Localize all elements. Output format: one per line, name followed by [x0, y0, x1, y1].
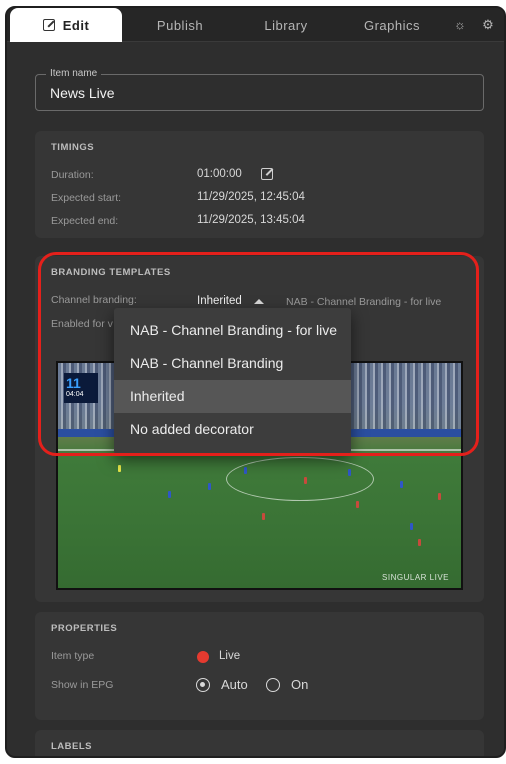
- tab-library[interactable]: Library: [238, 8, 334, 42]
- epg-auto-radio[interactable]: [196, 678, 210, 692]
- item-name-label: Item name: [46, 68, 102, 79]
- edit-duration-icon[interactable]: [261, 168, 273, 180]
- player: [418, 539, 421, 546]
- item-name-field[interactable]: Item name News Live: [35, 68, 484, 111]
- tab-bar: Edit Publish Library Graphics ☼ ⚙: [7, 8, 504, 42]
- expected-end-label: Expected end:: [51, 215, 119, 227]
- duration-label: Duration:: [51, 169, 94, 181]
- sun-icon[interactable]: ☼: [453, 18, 467, 32]
- enabled-for-label: Enabled for v: [51, 318, 113, 330]
- tab-publish-label: Publish: [156, 17, 204, 33]
- properties-title: PROPERTIES: [51, 623, 118, 634]
- tab-graphics-label: Graphics: [363, 17, 421, 33]
- branding-dropdown-menu: NAB - Channel Branding - for live NAB - …: [114, 308, 351, 454]
- menu-item-inherited[interactable]: Inherited: [114, 380, 351, 413]
- show-in-epg-label: Show in EPG: [51, 679, 114, 691]
- edit-icon: [42, 19, 55, 31]
- tab-publish[interactable]: Publish: [132, 8, 228, 42]
- player: [168, 491, 171, 498]
- item-type-label: Item type: [51, 650, 95, 662]
- scorebug: 11 04:04: [64, 373, 98, 403]
- scorebug-line-3: 04:04: [66, 391, 84, 398]
- player: [118, 465, 121, 472]
- gear-icon[interactable]: ⚙: [481, 18, 495, 32]
- tab-edit[interactable]: Edit: [10, 8, 122, 42]
- expected-start-value: 11/29/2025, 12:45:04: [197, 191, 305, 203]
- menu-item-nab[interactable]: NAB - Channel Branding: [114, 347, 351, 380]
- player: [348, 469, 351, 476]
- channel-branding-label: Channel branding:: [51, 294, 137, 306]
- player: [356, 501, 359, 508]
- player: [244, 467, 247, 474]
- duration-value: 01:00:00: [197, 168, 242, 180]
- epg-auto-label: Auto: [221, 677, 248, 692]
- scorebug-number: 11: [66, 375, 81, 391]
- channel-branding-value: Inherited: [197, 295, 242, 307]
- item-name-value[interactable]: News Live: [50, 85, 115, 101]
- player: [438, 493, 441, 500]
- branding-title: BRANDING TEMPLATES: [51, 267, 171, 278]
- tab-graphics[interactable]: Graphics: [344, 8, 440, 42]
- item-type-value: Live: [219, 650, 241, 662]
- menu-item-no-decorator[interactable]: No added decorator: [114, 413, 351, 446]
- branding-hint: NAB - Channel Branding - for live: [286, 296, 442, 308]
- caret-up-icon: [254, 299, 264, 304]
- tab-library-label: Library: [264, 17, 308, 33]
- player: [262, 513, 265, 520]
- expected-end-value: 11/29/2025, 13:45:04: [197, 214, 305, 226]
- menu-item-nab-live[interactable]: NAB - Channel Branding - for live: [114, 314, 351, 347]
- player: [208, 483, 211, 490]
- live-dot-icon: [197, 651, 209, 663]
- watermark: SINGULAR LIVE: [382, 573, 449, 582]
- epg-on-radio[interactable]: [266, 678, 280, 692]
- timings-card: TIMINGS Duration: 01:00:00 Expected star…: [35, 131, 484, 238]
- player: [410, 523, 413, 530]
- player: [400, 481, 403, 488]
- timings-title: TIMINGS: [51, 142, 95, 153]
- player: [304, 477, 307, 484]
- centre-circle: [226, 457, 374, 501]
- properties-card: PROPERTIES Item type Live Show in EPG Au…: [35, 612, 484, 720]
- epg-on-label: On: [291, 677, 309, 692]
- labels-title: LABELS: [51, 741, 92, 752]
- tab-edit-label: Edit: [62, 17, 90, 33]
- expected-start-label: Expected start:: [51, 192, 122, 204]
- labels-card: LABELS: [35, 730, 484, 756]
